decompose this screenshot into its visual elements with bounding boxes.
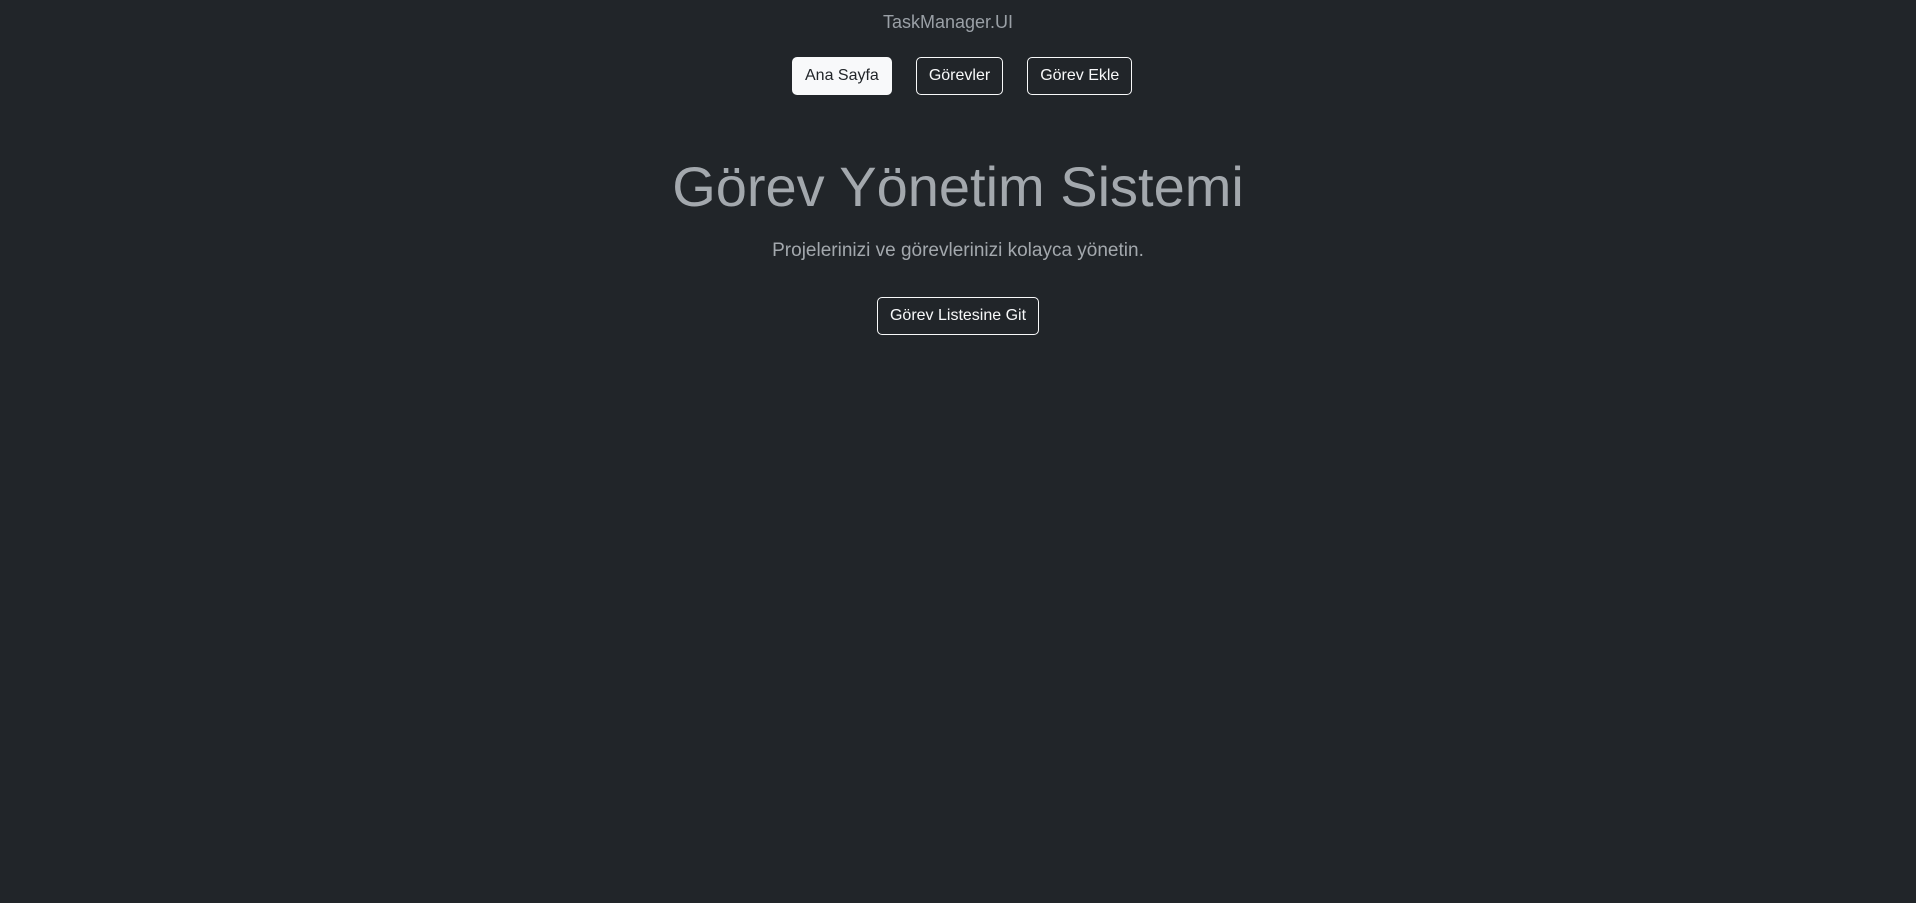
nav-add-task-button[interactable]: Görev Ekle <box>1027 57 1133 95</box>
main-nav: Ana Sayfa Görevler Görev Ekle <box>792 57 1133 95</box>
go-to-task-list-button[interactable]: Görev Listesine Git <box>876 297 1040 335</box>
nav-tasks-button[interactable]: Görevler <box>915 57 1004 95</box>
nav-home-button[interactable]: Ana Sayfa <box>792 57 892 95</box>
page: TaskManager.UI Ana Sayfa Görevler Görev … <box>0 0 1916 903</box>
cta-container: Görev Listesine Git <box>0 297 1916 335</box>
brand-link[interactable]: TaskManager.UI <box>0 12 1896 33</box>
page-title: Görev Yönetim Sistemi <box>672 155 1244 218</box>
page-subtitle: Projelerinizi ve görevlerinizi kolayca y… <box>772 240 1144 261</box>
